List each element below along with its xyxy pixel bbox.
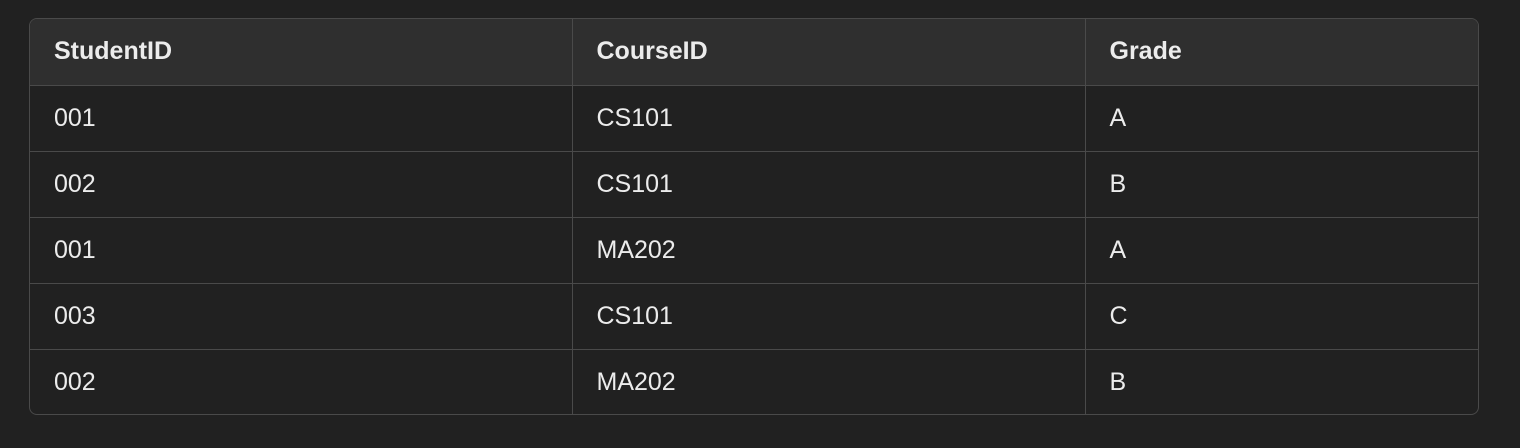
table-row: 003 CS101 C [30,283,1478,350]
column-header-courseid: CourseID [572,19,1086,86]
cell-studentid: 002 [30,151,573,218]
table-row: 001 CS101 A [30,85,1478,152]
cell-grade: B [1085,151,1478,218]
cell-courseid: CS101 [572,85,1086,152]
table-header-row: StudentID CourseID Grade [30,19,1478,86]
cell-courseid: CS101 [572,283,1086,350]
cell-grade: A [1085,85,1478,152]
column-header-grade: Grade [1085,19,1478,86]
cell-grade: B [1109,367,1127,396]
table-row: 002 CS101 B [30,151,1478,218]
cell-courseid: MA202 [572,217,1086,284]
cell-studentid: 003 [30,283,573,350]
cell-studentid: 002 [30,349,573,414]
table-header: StudentID CourseID Grade [30,19,1478,86]
table-body: 001 CS101 A 002 CS101 B 001 MA202 A 003 … [30,85,1478,414]
cell-grade: C [1085,283,1478,350]
table-row: 001 MA202 A [30,217,1478,284]
cell-courseid: MA202 [572,349,1086,414]
cell-studentid: 001 [30,85,573,152]
data-table-container: StudentID CourseID Grade 001 CS101 A 002… [29,18,1479,415]
data-table: StudentID CourseID Grade 001 CS101 A 002… [30,19,1478,414]
cell-grade: A [1085,217,1478,284]
column-header-studentid: StudentID [30,19,573,86]
cell-studentid: 001 [30,217,573,284]
cell-courseid: CS101 [572,151,1086,218]
table-row: 002 MA202 B [30,349,1478,414]
